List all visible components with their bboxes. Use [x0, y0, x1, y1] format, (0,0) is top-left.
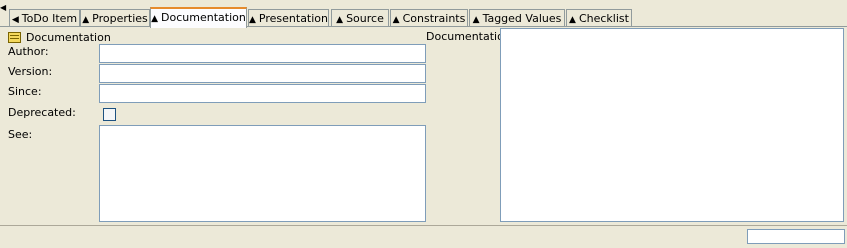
- tab-label: Tagged Values: [482, 12, 562, 25]
- see-textarea[interactable]: [99, 125, 426, 222]
- tab-arrow-icon: ▲: [336, 15, 344, 25]
- tab-arrow-icon: ▲: [392, 15, 400, 25]
- tab-arrow-icon: ▲: [472, 15, 480, 25]
- tab-bar: ◀ ToDo Item ▲ Properties ▲ Documentation ▲ P…: [0, 0, 847, 28]
- since-label: Since:: [8, 85, 42, 98]
- tab-tagged-values[interactable]: ▲ Tagged Values: [469, 9, 565, 27]
- deprecated-checkbox[interactable]: [103, 108, 116, 121]
- deprecated-label: Deprecated:: [8, 106, 76, 119]
- see-label: See:: [8, 128, 33, 141]
- tab-arrow-icon: ▲: [82, 15, 90, 25]
- tab-todo-item[interactable]: ◀ ToDo Item: [9, 9, 80, 27]
- author-field[interactable]: [99, 44, 426, 63]
- tab-source[interactable]: ▲ Source: [331, 9, 389, 27]
- tab-label: Documentation: [161, 11, 246, 24]
- tab-label: Presentation: [258, 12, 329, 25]
- documentation-icon: [8, 31, 21, 43]
- tab-label: Constraints: [402, 12, 466, 25]
- status-field: [747, 229, 845, 244]
- documentation-textarea[interactable]: [500, 28, 844, 222]
- tab-arrow-icon: ▲: [249, 15, 256, 25]
- author-label: Author:: [8, 45, 49, 58]
- version-field[interactable]: [99, 64, 426, 83]
- status-bar: [0, 225, 847, 248]
- section-header: Documentation: [8, 30, 111, 44]
- section-title: Documentation: [26, 30, 111, 44]
- since-field[interactable]: [99, 84, 426, 103]
- tab-label: Source: [346, 12, 384, 25]
- version-label: Version:: [8, 65, 53, 78]
- tab-label: ToDo Item: [21, 12, 78, 25]
- tab-properties[interactable]: ▲ Properties: [80, 9, 150, 27]
- tab-arrow-icon: ◀: [11, 15, 19, 25]
- tab-label: Checklist: [578, 12, 629, 25]
- tab-presentation[interactable]: ▲ Presentation: [248, 9, 329, 27]
- tab-label: Properties: [92, 12, 148, 25]
- tab-checklist[interactable]: ▲ Checklist: [566, 9, 632, 27]
- tab-constraints[interactable]: ▲ Constraints: [390, 9, 468, 27]
- tab-arrow-icon: ▲: [151, 14, 159, 24]
- tab-documentation[interactable]: ▲ Documentation: [150, 7, 247, 28]
- tab-arrow-icon: ▲: [569, 15, 576, 25]
- documentation-panel: Documentation Author: Version: Since: De…: [0, 27, 847, 225]
